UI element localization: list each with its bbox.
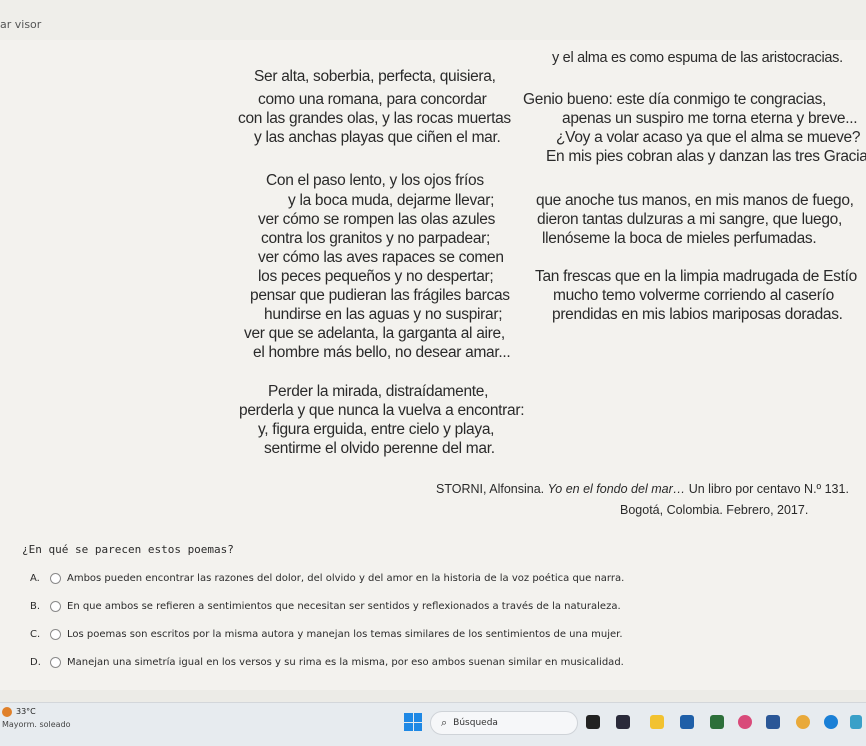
poem-line: el hombre más bello, no desear amar... (253, 344, 511, 361)
poem-line: mucho temo volverme corriendo al caserío (553, 287, 834, 304)
sun-icon (2, 707, 12, 717)
poem-line: Genio bueno: este día conmigo te congrac… (523, 91, 827, 108)
poem-line: contra los granitos y no parpadear; (261, 230, 491, 247)
poem-line: llenóseme la boca de mieles perfumadas. (542, 230, 817, 247)
poem-line: hundirse en las aguas y no suspirar; (264, 306, 503, 323)
citation-title: Yo en el fondo del mar… (547, 482, 686, 496)
poem-line: Perder la mirada, distraídamente, (268, 383, 489, 400)
edge-icon[interactable] (824, 715, 838, 729)
task-view-icon[interactable] (586, 715, 600, 729)
poem-line: y, figura erguida, entre cielo y playa, (258, 421, 495, 438)
radio-button[interactable] (50, 572, 61, 584)
window-title: ar visor (0, 18, 42, 31)
poem-line: Ser alta, soberbia, perfecta, quisiera, (254, 68, 496, 85)
taskbar: 33°C Mayorm. soleado ⌕ Búsqueda (0, 702, 866, 746)
poem-line: y la boca muda, dejarme llevar; (288, 192, 495, 209)
citation-line: STORNI, Alfonsina. Yo en el fondo del ma… (436, 482, 849, 496)
option-letter: D. (30, 656, 41, 668)
windows-start-icon[interactable] (404, 713, 422, 731)
option-letter: A. (30, 572, 40, 584)
chrome-icon[interactable] (796, 715, 810, 729)
option-letter: C. (30, 628, 41, 640)
option-a[interactable]: A. Ambos pueden encontrar las razones de… (30, 570, 624, 586)
poem-line: En mis pies cobran alas y danzan las tre… (546, 148, 866, 165)
search-icon: ⌕ (441, 716, 448, 729)
option-text: Ambos pueden encontrar las razones del d… (67, 572, 625, 584)
radio-button[interactable] (50, 656, 61, 668)
option-text: En que ambos se refieren a sentimientos … (67, 600, 621, 612)
option-text: Manejan una simetría igual en los versos… (67, 656, 624, 668)
radio-button[interactable] (50, 600, 61, 612)
weather-temperature: 33°C (16, 707, 36, 716)
poem-line: que anoche tus manos, en mis manos de fu… (536, 192, 854, 209)
poem-line: con las grandes olas, y las rocas muerta… (238, 110, 511, 127)
poem-line: sentirme el olvido perenne del mar. (264, 440, 495, 457)
poem-line: perderla y que nunca la vuelva a encontr… (239, 402, 525, 419)
poem-line: los peces pequeños y no despertar; (258, 268, 494, 285)
poem-line: prendidas en mis labios mariposas dorada… (552, 306, 843, 323)
poem-line: ver cómo las aves rapaces se comen (258, 249, 504, 266)
citation-place: Bogotá, Colombia. Febrero, 2017. (620, 503, 809, 517)
option-d[interactable]: D. Manejan una simetría igual en los ver… (30, 654, 624, 670)
option-b[interactable]: B. En que ambos se refieren a sentimient… (30, 598, 621, 614)
poem-line: y el alma es como espuma de las aristocr… (552, 50, 843, 66)
poem-line: como una romana, para concordar (258, 91, 487, 108)
poem-line: pensar que pudieran las frágiles barcas (250, 287, 510, 304)
search-label: Búsqueda (453, 718, 498, 728)
option-c[interactable]: C. Los poemas son escritos por la misma … (30, 626, 623, 642)
question-prompt: ¿En qué se parecen estos poemas? (22, 543, 234, 556)
poem-line: ¿Voy a volar acaso ya que el alma se mue… (556, 129, 861, 146)
citation-author: STORNI, Alfonsina. (436, 482, 545, 496)
store-icon[interactable] (680, 715, 694, 729)
game-icon[interactable] (738, 715, 752, 729)
media-player-icon[interactable] (616, 715, 630, 729)
radio-button[interactable] (50, 628, 61, 640)
poem-line: Con el paso lento, y los ojos fríos (266, 172, 484, 189)
option-letter: B. (30, 600, 41, 612)
poem-line: ver cómo se rompen las olas azules (258, 211, 496, 228)
citation-rest: Un libro por centavo N.º 131. (688, 482, 849, 496)
poem-line: y las anchas playas que ciñen el mar. (254, 129, 501, 146)
document-page: Ser alta, soberbia, perfecta, quisiera, … (0, 40, 866, 690)
poem-line: apenas un suspiro me torna eterna y brev… (562, 110, 858, 127)
poem-line: ver que se adelanta, la garganta al aire… (244, 325, 505, 342)
weather-condition: Mayorm. soleado (2, 720, 71, 729)
poem-line: Tan frescas que en la limpia madrugada d… (535, 268, 857, 285)
poem-line: dieron tantas dulzuras a mi sangre, que … (537, 211, 843, 228)
word-icon[interactable] (766, 715, 780, 729)
file-explorer-icon[interactable] (650, 715, 664, 729)
taskbar-search[interactable]: ⌕ Búsqueda (430, 711, 578, 735)
app-icon[interactable] (850, 715, 862, 729)
option-text: Los poemas son escritos por la misma aut… (67, 628, 623, 640)
app-icon[interactable] (710, 715, 724, 729)
